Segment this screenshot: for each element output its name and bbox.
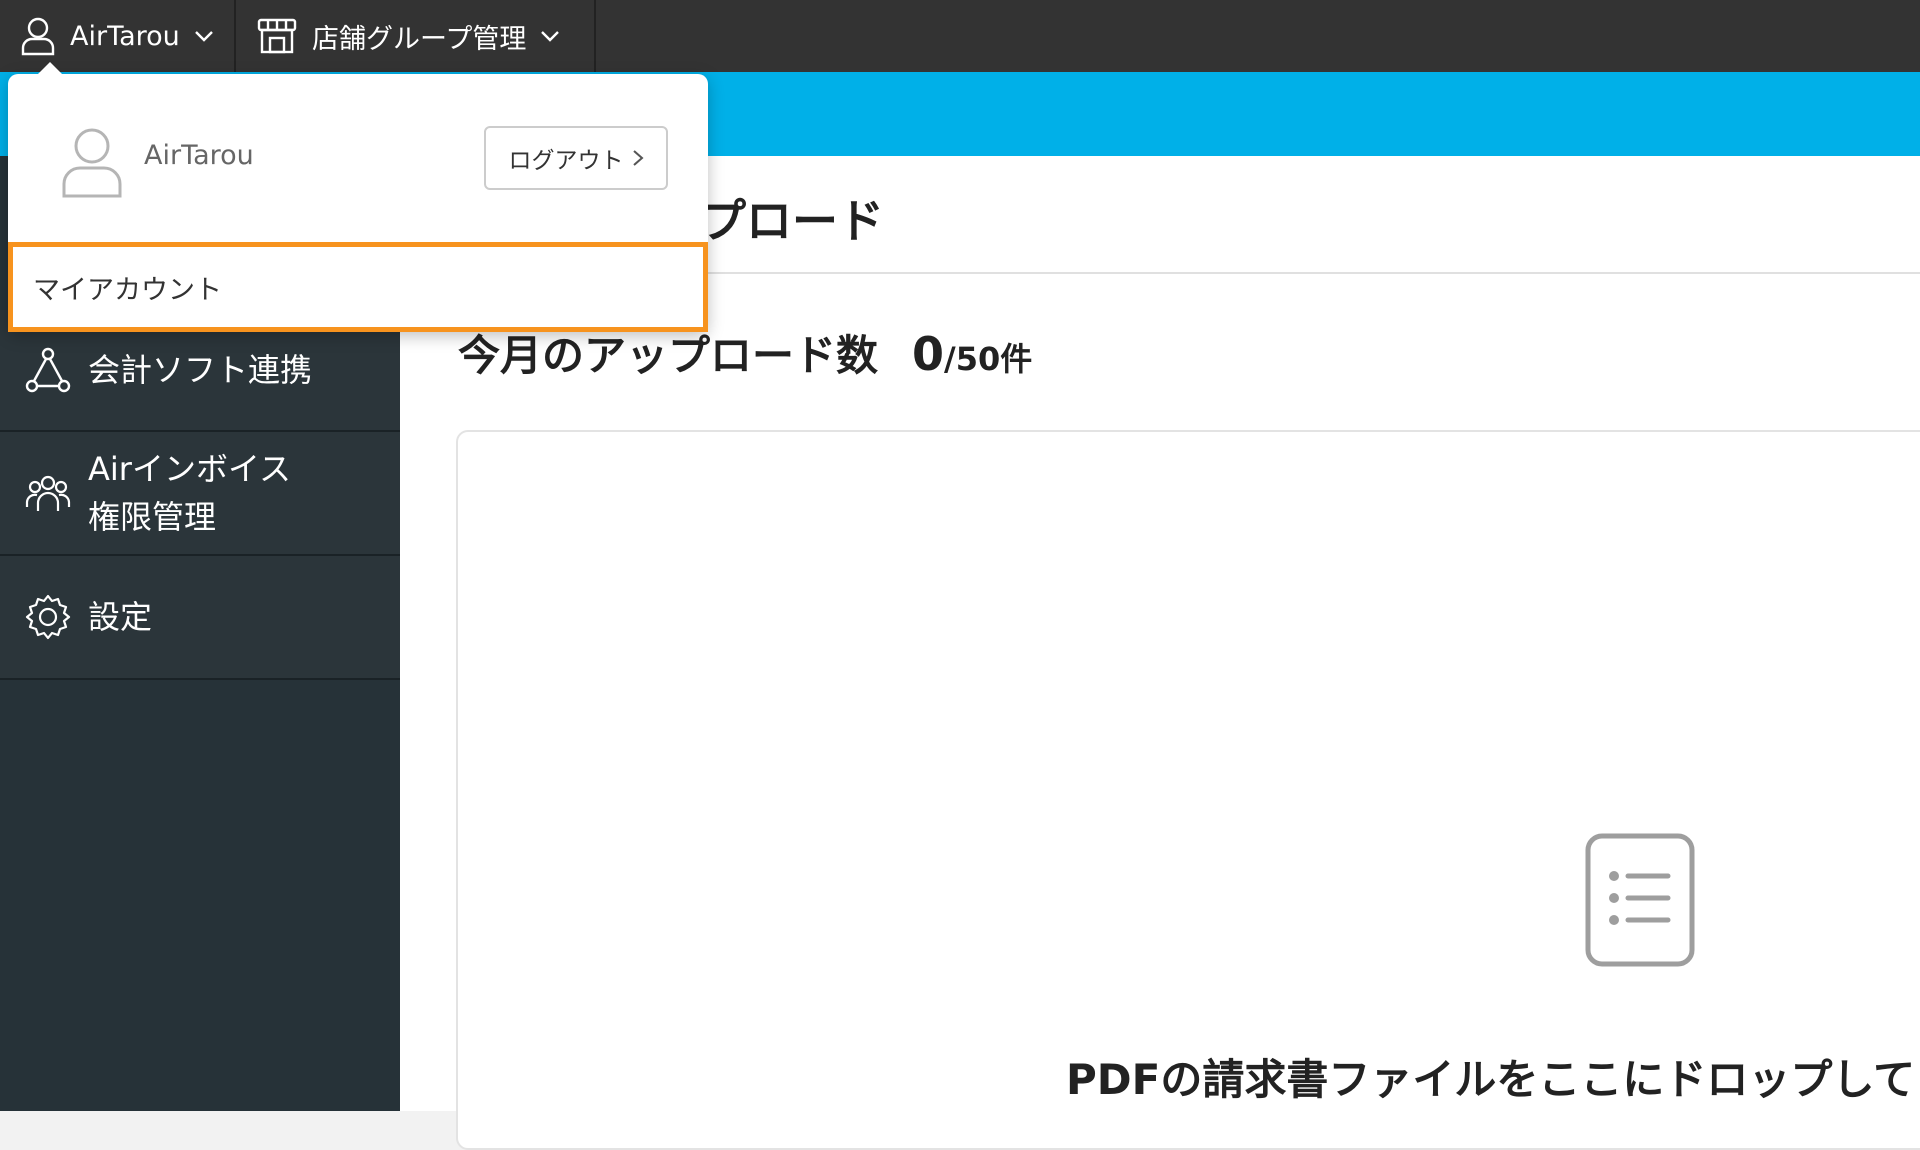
document-list-icon <box>1584 832 1696 968</box>
dropzone-instruction: PDFの請求書ファイルをここにドロップして <box>1066 1055 1916 1104</box>
avatar-icon <box>58 126 126 198</box>
user-menu-label: AirTarou <box>70 20 180 52</box>
file-dropzone[interactable] <box>456 430 1920 1150</box>
network-icon <box>24 346 72 394</box>
user-menu-toggle[interactable]: AirTarou <box>0 0 236 72</box>
chevron-down-icon <box>540 30 560 42</box>
logout-button[interactable]: ログアウト <box>484 126 668 190</box>
my-account-menu-item[interactable]: マイアカウント <box>8 242 708 332</box>
store-group-label: 店舗グループ管理 <box>312 23 527 55</box>
user-dropdown-menu: AirTarou ログアウト マイアカウント <box>8 62 708 332</box>
chevron-down-icon <box>194 30 214 42</box>
sidebar-item-label-line1: Airインボイス <box>88 450 291 488</box>
chevron-right-icon <box>632 149 644 167</box>
sidebar-item-label: Airインボイス 権限管理 <box>88 445 291 541</box>
gear-icon <box>24 593 72 641</box>
logout-label: ログアウト <box>508 148 624 174</box>
dropdown-user-name: AirTarou <box>144 140 254 171</box>
page-title: プロード <box>700 194 884 248</box>
my-account-label: マイアカウント <box>33 274 222 306</box>
top-bar: AirTarou 店舗グループ管理 <box>0 0 1920 72</box>
sidebar-item-label: 会計ソフト連携 <box>88 351 313 389</box>
users-icon <box>24 469 72 517</box>
store-icon <box>256 16 298 56</box>
store-group-menu[interactable]: 店舗グループ管理 <box>236 0 596 72</box>
sidebar-item-label-line2: 権限管理 <box>88 498 217 536</box>
sidebar-item-label: 設定 <box>88 598 153 636</box>
dropdown-caret <box>38 62 62 74</box>
sidebar-item-settings[interactable]: 設定 <box>0 556 400 680</box>
upload-count-value: 0 <box>912 327 945 381</box>
upload-count-limit: /50件 <box>944 340 1033 378</box>
sidebar-item-permissions[interactable]: Airインボイス 権限管理 <box>0 432 400 556</box>
user-icon <box>20 16 56 56</box>
